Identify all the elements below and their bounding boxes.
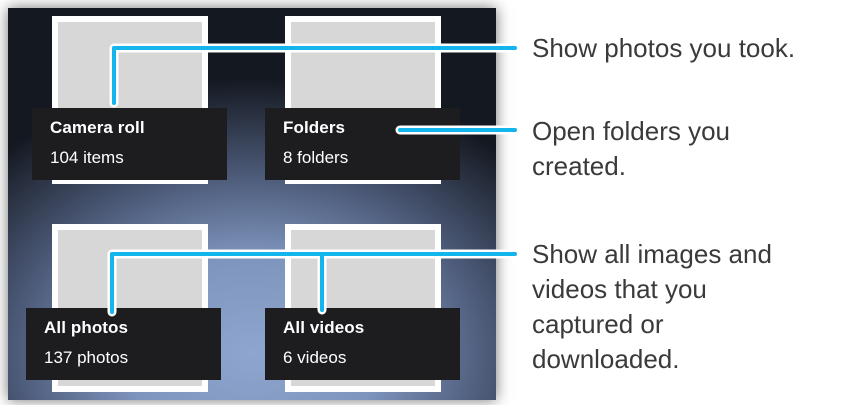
album-count: 8 folders — [283, 148, 349, 167]
callout-text-line: Show all images and — [532, 239, 772, 269]
callout-text-line: downloaded. — [532, 344, 680, 374]
callout-text-line: videos that you — [532, 274, 707, 304]
album-title: All photos — [44, 318, 129, 337]
callout-text-line: captured or — [532, 309, 664, 339]
album-count: 137 photos — [44, 348, 129, 367]
album-caption: All photos 137 photos — [26, 308, 221, 380]
folders-callout: Open folders you created. — [532, 114, 730, 184]
callout-text-line: created. — [532, 151, 626, 181]
album-title: Camera roll — [50, 118, 145, 137]
album-count: 6 videos — [283, 348, 347, 367]
callout-text-line: Show photos you took. — [532, 33, 796, 63]
album-folders[interactable]: Folders 8 folders — [265, 16, 460, 196]
gallery-screen: Camera roll 104 items Folders 8 folders … — [8, 8, 496, 400]
album-title: Folders — [283, 118, 346, 137]
camera-roll-callout: Show photos you took. — [532, 31, 795, 66]
album-all-videos[interactable]: All videos 6 videos — [265, 224, 460, 400]
callout-text-line: Open folders you — [532, 116, 731, 146]
album-all-photos[interactable]: All photos 137 photos — [26, 224, 221, 400]
album-caption: All videos 6 videos — [265, 308, 460, 380]
album-title: All videos — [283, 318, 365, 337]
album-count: 104 items — [50, 148, 124, 167]
album-camera-roll[interactable]: Camera roll 104 items — [32, 16, 227, 196]
album-caption: Folders 8 folders — [265, 108, 460, 180]
all-callout: Show all images and videos that you capt… — [532, 237, 772, 377]
album-caption: Camera roll 104 items — [32, 108, 227, 180]
